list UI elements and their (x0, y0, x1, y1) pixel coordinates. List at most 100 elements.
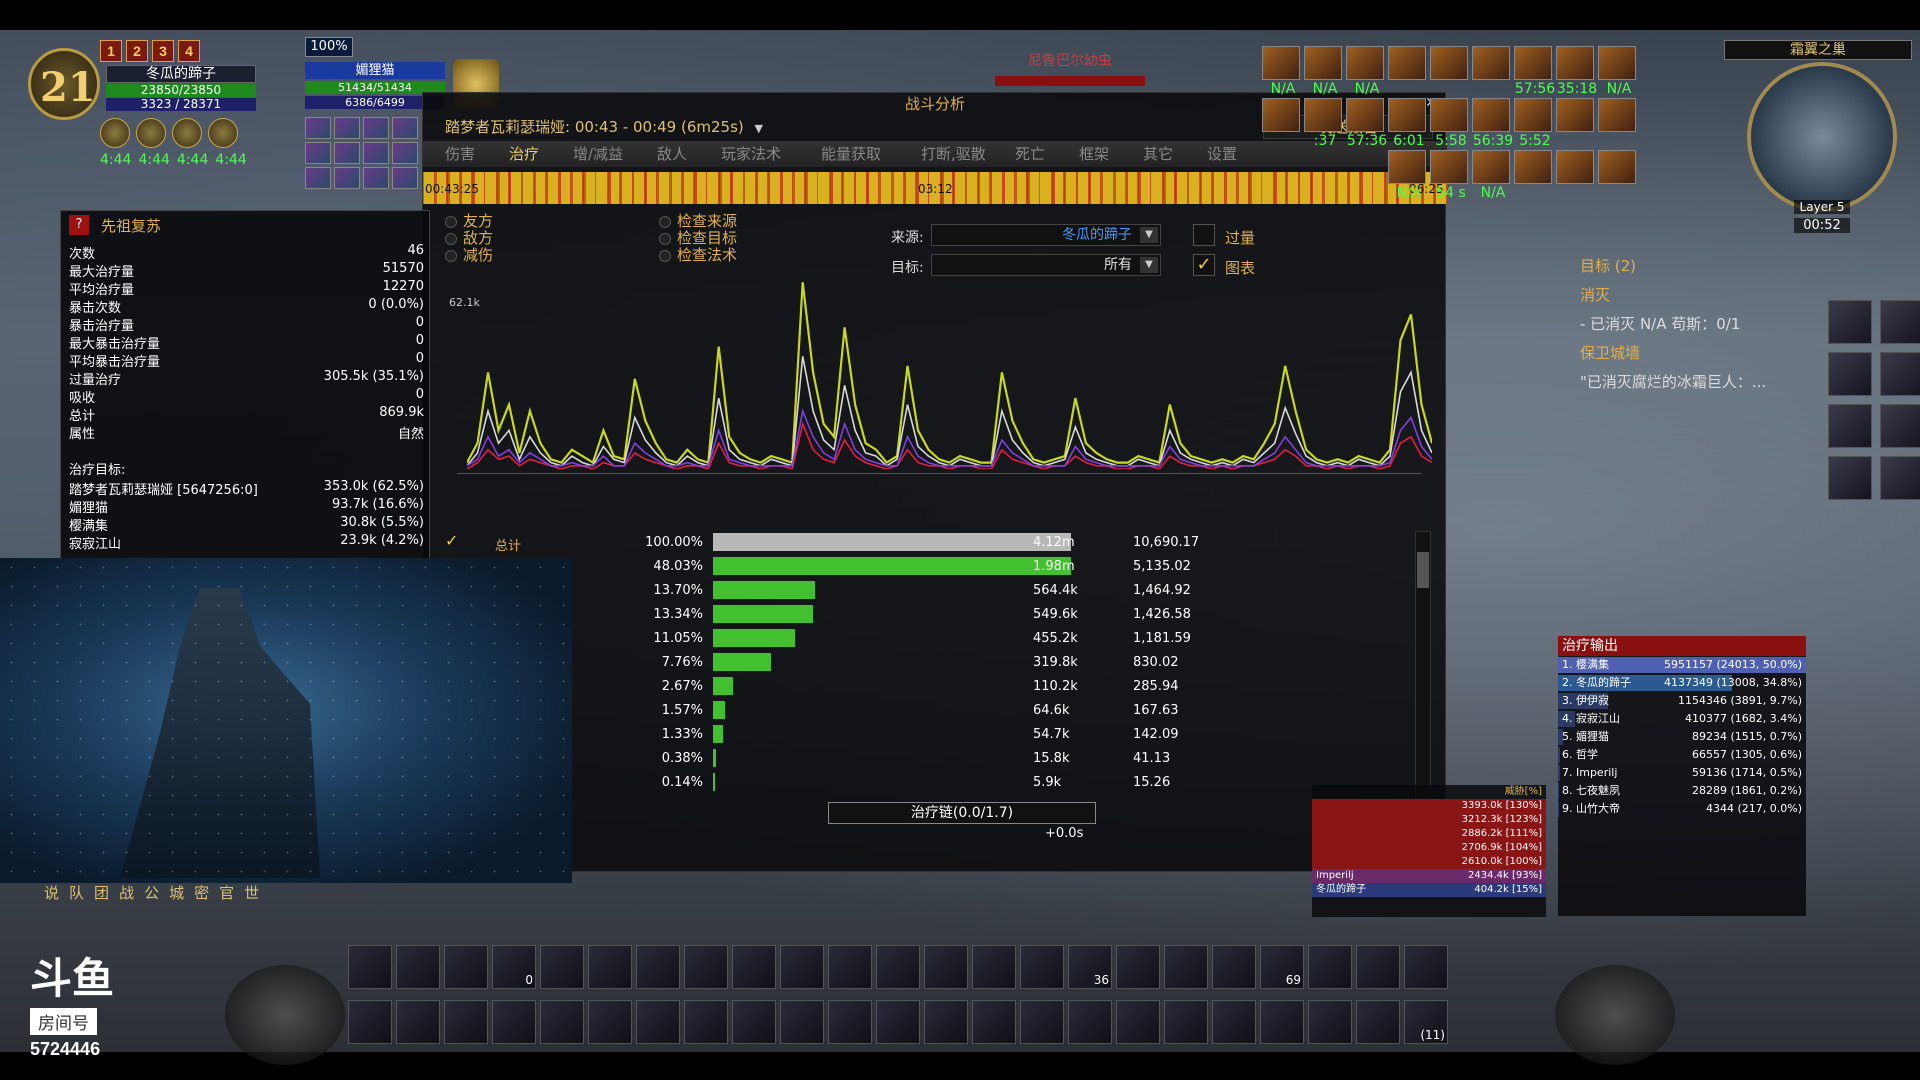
action-slot[interactable] (780, 945, 824, 989)
chat-tab-guild[interactable]: 公 (144, 882, 159, 903)
combat-analysis-window[interactable]: 战斗分析 ⌂ ✕ 踏梦者瓦莉瑟瑞娅: 00:43 - 00:49 (6m25s)… (422, 92, 1447, 872)
buff-icon[interactable]: 35:18 (1556, 46, 1597, 97)
filter-friendly[interactable]: 友方 (445, 213, 493, 230)
chat-tab-whisper[interactable]: 密 (194, 882, 209, 903)
action-slot[interactable] (1260, 1000, 1304, 1044)
action-slot[interactable]: 36 (1068, 945, 1112, 989)
side-icon[interactable] (1880, 404, 1920, 448)
buff-icon[interactable]: 57:56 (1514, 46, 1555, 97)
action-slot[interactable]: 69 (1260, 945, 1304, 989)
action-slot[interactable] (396, 945, 440, 989)
buff-icon[interactable] (1598, 98, 1636, 132)
action-slot[interactable] (1164, 1000, 1208, 1044)
buff-icon[interactable] (1472, 46, 1510, 80)
action-slot[interactable] (828, 1000, 872, 1044)
side-icon[interactable] (1828, 352, 1872, 396)
scroll-thumb[interactable] (1417, 552, 1429, 588)
action-slot[interactable] (636, 1000, 680, 1044)
filter-check-source[interactable]: 检查来源 (659, 213, 737, 230)
pet-buff-icon[interactable] (392, 117, 418, 139)
chat-tab-say[interactable]: 说 (44, 882, 59, 903)
filter-check-target[interactable]: 检查目标 (659, 230, 737, 247)
pet-buff-icon[interactable] (305, 142, 331, 164)
buff-icon[interactable]: :37 (1304, 98, 1342, 149)
player-buff-icon[interactable] (100, 118, 130, 148)
minimap-disc[interactable] (1747, 62, 1897, 212)
meter-row[interactable]: 3. 伊伊寂 1154346 (3891, 9.7%) (1558, 692, 1806, 710)
side-icon[interactable] (1828, 404, 1872, 448)
radio-icon[interactable] (659, 215, 671, 228)
heal-row[interactable]: 1.33% 54.7k 142.09 (423, 723, 1423, 745)
buff-icon[interactable]: N/A (1472, 150, 1510, 201)
side-icon[interactable] (1880, 300, 1920, 344)
radio-icon[interactable] (659, 249, 671, 262)
action-slot[interactable] (1308, 1000, 1352, 1044)
action-slot[interactable] (1308, 945, 1352, 989)
buff-icon[interactable] (1262, 98, 1300, 132)
action-slot[interactable] (972, 1000, 1016, 1044)
heal-row[interactable]: 7.76% 319.8k 830.02 (423, 651, 1423, 673)
action-slot[interactable] (348, 945, 392, 989)
tab-damage[interactable]: 伤害 (445, 141, 509, 167)
action-slot[interactable] (588, 945, 632, 989)
action-slot[interactable] (1068, 1000, 1112, 1044)
buff-icon[interactable]: 54 s (1430, 150, 1468, 201)
heal-row[interactable]: 13.70% 564.4k 1,464.92 (423, 579, 1423, 601)
pet-buff-icon[interactable] (334, 167, 360, 189)
pet-buff-icon[interactable] (334, 117, 360, 139)
action-slot[interactable]: (11) (1404, 1000, 1448, 1044)
tab-deaths[interactable]: 死亡 (1015, 141, 1079, 167)
heal-row[interactable]: 11.05% 455.2k 1,181.59 (423, 627, 1423, 649)
meter-row[interactable]: 6. 哲学 66557 (1305, 0.6%) (1558, 746, 1806, 764)
filter-mitigation[interactable]: 减伤 (445, 247, 493, 264)
pet-buff-icon[interactable] (305, 117, 331, 139)
action-slot[interactable] (684, 945, 728, 989)
chat-tab-city[interactable]: 城 (169, 882, 184, 903)
filter-enemy[interactable]: 敌方 (445, 230, 493, 247)
meter-row[interactable]: 2. 冬瓜的蹄子 4137349 (13008, 34.8%) (1558, 674, 1806, 692)
pet-buff-icon[interactable] (305, 167, 331, 189)
heal-row[interactable]: 2.67% 110.2k 285.94 (423, 675, 1423, 697)
objective-header[interactable]: 目标 (2) (1580, 255, 1910, 276)
action-slot[interactable] (972, 945, 1016, 989)
action-slot[interactable] (1020, 945, 1064, 989)
check-icon[interactable]: ✓ (445, 531, 458, 550)
chevron-down-icon[interactable]: ▼ (1140, 227, 1158, 243)
healing-meter[interactable]: 治疗输出 1. 樱满集 5951157 (24013, 50.0%) 2. 冬瓜的蹄… (1558, 636, 1806, 916)
action-slot[interactable]: 0 (492, 945, 536, 989)
boss-nameplate[interactable]: 尼鲁巴尔幼虫 (985, 50, 1155, 86)
action-slot[interactable] (1404, 945, 1448, 989)
buff-icon[interactable] (1430, 46, 1468, 80)
buff-icon[interactable]: N/A (1262, 46, 1300, 97)
action-slot[interactable] (444, 1000, 488, 1044)
action-slot[interactable] (1116, 945, 1160, 989)
side-icon[interactable] (1880, 456, 1920, 500)
buff-icon[interactable]: 57:36 (1346, 98, 1387, 149)
player-buff-icon[interactable] (172, 118, 202, 148)
player-buff-icon[interactable] (136, 118, 166, 148)
action-slot[interactable] (1164, 945, 1208, 989)
buff-icon[interactable] (1556, 98, 1594, 132)
chat-tab-officer[interactable]: 官 (219, 882, 234, 903)
source-dropdown[interactable]: 冬瓜的蹄子 ▼ (931, 224, 1161, 246)
side-icon[interactable] (1880, 352, 1920, 396)
filter-check-spell[interactable]: 检查法术 (659, 247, 737, 264)
action-slot[interactable] (732, 1000, 776, 1044)
chat-tab-raid[interactable]: 团 (94, 882, 109, 903)
action-slot[interactable] (780, 1000, 824, 1044)
pet-buff-icon[interactable] (334, 142, 360, 164)
meter-row[interactable]: 9. 山竹大帝 4344 (217, 0.0%) (1558, 800, 1806, 818)
action-slot[interactable] (540, 1000, 584, 1044)
pet-buff-icon[interactable] (363, 142, 389, 164)
chat-tab-battleground[interactable]: 战 (119, 882, 134, 903)
action-slot[interactable] (684, 1000, 728, 1044)
heal-total-row[interactable]: ✓ 总计 100.00% 4.12m 10,690.17 (423, 531, 1423, 554)
chat-tab-party[interactable]: 队 (69, 882, 84, 903)
chevron-down-icon[interactable]: ▼ (755, 122, 763, 135)
action-slot[interactable] (924, 945, 968, 989)
radio-icon[interactable] (445, 232, 457, 245)
heal-row[interactable]: 0.38% 15.8k 41.13 (423, 747, 1423, 769)
buff-icon[interactable]: N/A (1346, 46, 1384, 97)
pet-buff-icon[interactable] (392, 167, 418, 189)
player-buff-icon[interactable] (208, 118, 238, 148)
